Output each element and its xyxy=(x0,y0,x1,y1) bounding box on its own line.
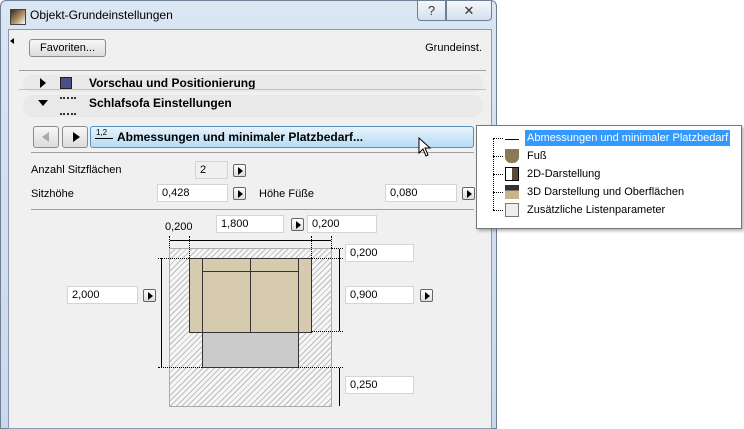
total-depth-arrow-button[interactable] xyxy=(143,289,156,302)
arrow-left-icon xyxy=(42,132,49,142)
sofa-shape xyxy=(189,258,312,333)
total-depth-dimension-line xyxy=(161,258,162,367)
foot-height-field[interactable]: 0,080 xyxy=(385,184,457,202)
previous-page-button[interactable] xyxy=(33,126,59,148)
back-clearance-field[interactable]: 0,200 xyxy=(345,244,414,262)
depth-arrow-button[interactable] xyxy=(420,289,433,302)
cube-icon xyxy=(60,77,72,89)
menu-item-dimensions[interactable]: Abmessungen und minimaler Platzbedarf xyxy=(525,130,731,146)
brush-icon xyxy=(505,185,519,199)
foot-icon xyxy=(505,149,519,163)
section-sofa-settings[interactable]: Schlafsofa Einstellungen xyxy=(23,95,483,117)
parameter-list-icon xyxy=(60,97,76,115)
collapse-arrow-icon xyxy=(38,100,48,106)
page-dropdown-menu: Abmessungen und minimaler Platzbedarf Fu… xyxy=(476,125,742,229)
menu-item-2d[interactable]: 2D-Darstellung xyxy=(525,166,602,182)
width-field[interactable]: 1,800 xyxy=(216,215,284,233)
seats-field[interactable]: 2 xyxy=(195,161,228,179)
collapse-sidebar-icon[interactable] xyxy=(10,38,14,44)
menu-item-foot[interactable]: Fuß xyxy=(525,148,549,164)
next-page-button[interactable] xyxy=(62,126,88,148)
depth-field[interactable]: 0,900 xyxy=(345,286,414,304)
seat-height-arrow-button[interactable] xyxy=(233,187,246,200)
seats-label: Anzahl Sitzflächen xyxy=(31,164,122,176)
menu-item-3d[interactable]: 3D Darstellung und Oberflächen xyxy=(525,184,686,200)
dimension-icon xyxy=(505,131,519,140)
expand-arrow-icon xyxy=(40,78,46,88)
page-selector-dropdown[interactable]: 1,2 Abmessungen und minimaler Platzbedar… xyxy=(90,126,474,148)
favorites-button[interactable]: Favoriten... xyxy=(29,39,106,57)
bed-extension xyxy=(202,332,299,368)
front-clearance-field[interactable]: 0,250 xyxy=(345,376,414,394)
left-clearance-label: 0,200 xyxy=(165,221,193,233)
width-arrow-button[interactable] xyxy=(291,218,304,231)
total-depth-field[interactable]: 2,000 xyxy=(67,286,138,304)
seat-height-label: Sitzhöhe xyxy=(31,188,74,200)
seats-arrow-button[interactable] xyxy=(233,164,246,177)
2d-icon xyxy=(505,167,519,181)
width-dimension-line xyxy=(170,240,331,241)
foot-height-arrow-button[interactable] xyxy=(462,187,475,200)
window-title: Objekt-Grundeinstellungen xyxy=(30,8,173,22)
depth-dimension-line xyxy=(339,249,340,331)
seat-height-field[interactable]: 0,428 xyxy=(157,184,228,202)
foot-height-label: Höhe Füße xyxy=(259,188,315,200)
arrow-right-icon xyxy=(73,132,80,142)
list-icon xyxy=(505,203,519,217)
app-icon xyxy=(10,9,26,25)
menu-item-list-params[interactable]: Zusätzliche Listenparameter xyxy=(525,202,667,218)
dimension-icon: 1,2 xyxy=(96,128,108,137)
preset-label: Grundeinst. xyxy=(425,42,482,54)
mouse-cursor-icon xyxy=(418,137,432,157)
right-clearance-field[interactable]: 0,200 xyxy=(307,215,377,233)
close-button[interactable]: ✕ xyxy=(446,1,492,21)
help-button[interactable]: ? xyxy=(417,1,446,21)
